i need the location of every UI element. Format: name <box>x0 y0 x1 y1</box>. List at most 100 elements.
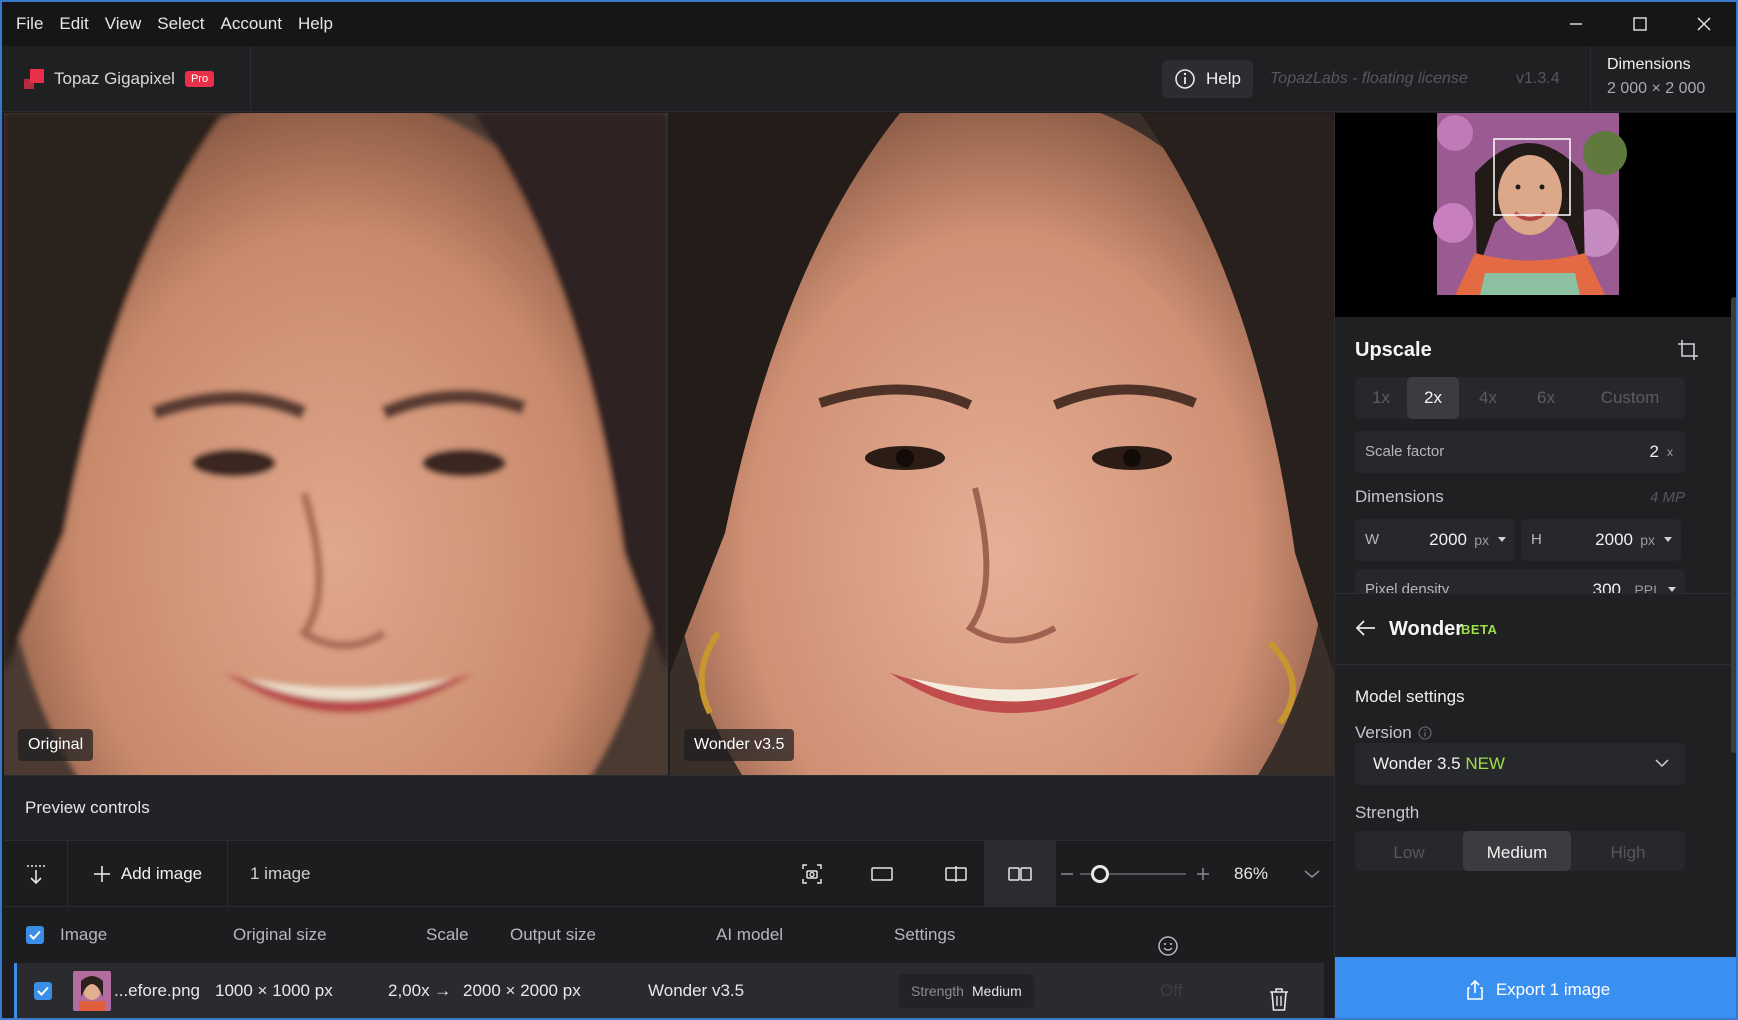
enhanced-face-image <box>670 113 1334 775</box>
width-field[interactable]: W 2000 px <box>1355 519 1515 561</box>
app-name: Topaz Gigapixel <box>54 69 175 88</box>
original-label: Original <box>18 729 94 761</box>
window-controls <box>1544 2 1736 46</box>
row-settings-chip[interactable]: Strength Medium <box>899 974 1034 1008</box>
original-preview[interactable]: Original <box>4 113 668 775</box>
export-button[interactable]: Export 1 image <box>1335 957 1736 1018</box>
table-header: Image Original size Scale Output size AI… <box>4 907 1334 963</box>
close-button[interactable] <box>1672 2 1736 46</box>
col-ai-model[interactable]: AI model <box>716 907 783 963</box>
collapse-panel-button[interactable] <box>4 841 68 907</box>
export-icon <box>1467 979 1483 1000</box>
megapixels-label: 4 MP <box>1649 489 1685 506</box>
strength-tab-high[interactable]: High <box>1571 831 1685 871</box>
original-face-image <box>4 113 668 775</box>
col-settings[interactable]: Settings <box>894 907 955 963</box>
col-image[interactable]: Image <box>60 907 107 963</box>
menu-edit[interactable]: Edit <box>51 2 96 46</box>
row-original-size: 1000 × 1000 px <box>215 981 333 1000</box>
row-checkbox[interactable] <box>34 982 52 1000</box>
close-icon <box>1697 17 1711 31</box>
add-image-label: Add image <box>120 864 203 883</box>
scale-tabs: 1x 2x 4x 6x Custom <box>1355 377 1685 419</box>
scale-tab-1x[interactable]: 1x <box>1355 377 1407 419</box>
export-label: Export 1 image <box>1495 979 1611 999</box>
collapse-down-icon <box>26 865 45 885</box>
strength-tab-medium[interactable]: Medium <box>1463 831 1571 871</box>
enhanced-preview[interactable]: Wonder v3.5 <box>670 113 1334 775</box>
menu-select[interactable]: Select <box>149 2 212 46</box>
image-toolbar: Add image 1 image 86% <box>4 841 1334 907</box>
face-recovery-icon <box>1157 924 1179 956</box>
maximize-icon <box>1633 17 1647 31</box>
crop-icon <box>1678 340 1698 360</box>
zoom-menu-button[interactable] <box>1294 841 1330 907</box>
version-value: Wonder 3.5 <box>1373 754 1461 773</box>
check-icon <box>29 930 41 940</box>
settings-sidebar: Upscale 1x 2x 4x 6x Custom Scale factor … <box>1334 113 1736 1018</box>
width-label: W <box>1365 531 1380 548</box>
zoom-thumb[interactable] <box>1091 865 1110 883</box>
single-view-button[interactable] <box>862 841 902 907</box>
chevron-down-icon <box>1304 870 1320 878</box>
chevron-down-icon[interactable] <box>1663 536 1673 544</box>
strength-tabs: Low Medium High <box>1355 831 1685 871</box>
sidebar-scrollbar[interactable] <box>1731 297 1736 753</box>
row-scale: 2,00x → <box>388 981 452 1000</box>
brand: Topaz Gigapixel Pro <box>24 46 215 112</box>
col-original-size[interactable]: Original size <box>233 907 327 963</box>
scale-tab-custom[interactable]: Custom <box>1575 377 1685 419</box>
snapshot-button[interactable] <box>792 841 832 907</box>
height-field[interactable]: H 2000 px <box>1521 519 1681 561</box>
plus-icon <box>93 866 110 882</box>
side-by-side-button[interactable] <box>984 841 1056 907</box>
dimensions-value: 2 000 × 2 000 <box>1607 80 1706 97</box>
split-view-button[interactable] <box>936 841 976 907</box>
beta-badge: BETA <box>1461 622 1498 637</box>
zoom-in-icon[interactable] <box>1196 867 1210 881</box>
model-settings-label: Model settings <box>1355 687 1465 706</box>
chevron-down-icon <box>1655 759 1669 768</box>
navigator-thumbnail <box>1335 113 1736 317</box>
preview-controls-bar[interactable]: Preview controls <box>4 775 1334 841</box>
settings-key: Strength <box>911 983 964 999</box>
select-all-checkbox[interactable] <box>26 926 44 944</box>
zoom-slider[interactable] <box>1060 841 1212 907</box>
navigator-preview[interactable] <box>1335 113 1736 317</box>
strength-tab-low[interactable]: Low <box>1355 831 1463 871</box>
width-unit: px <box>1474 532 1489 548</box>
app-header: Topaz Gigapixel Pro Help TopazLabs - flo… <box>2 46 1736 112</box>
pro-badge: Pro <box>184 71 215 87</box>
minimize-button[interactable] <box>1544 2 1608 46</box>
row-ai-model: Wonder v3.5 <box>648 981 745 1000</box>
crop-button[interactable] <box>1677 339 1699 366</box>
table-row[interactable]: ...efore.png 1000 × 1000 px 2,00x → 2000… <box>14 963 1324 1018</box>
camera-icon <box>802 864 822 884</box>
maximize-button[interactable] <box>1608 2 1672 46</box>
menu-view[interactable]: View <box>97 2 150 46</box>
menu-help[interactable]: Help <box>290 2 341 46</box>
add-image-button[interactable]: Add image <box>68 841 228 907</box>
col-output-size[interactable]: Output size <box>510 907 596 963</box>
menu-account[interactable]: Account <box>213 2 290 46</box>
width-value: 2000 <box>1429 530 1467 549</box>
info-icon[interactable] <box>1418 726 1432 740</box>
menu-file[interactable]: File <box>2 2 51 46</box>
row-filename: ...efore.png <box>114 981 201 1000</box>
version-select[interactable]: Wonder 3.5 NEW <box>1355 743 1685 785</box>
version-select-value: Wonder 3.5 NEW <box>1373 743 1505 785</box>
height-value: 2000 <box>1595 530 1633 549</box>
scale-tab-2x[interactable]: 2x <box>1407 377 1459 419</box>
back-arrow-icon[interactable] <box>1355 618 1377 638</box>
help-button[interactable]: Help <box>1162 60 1253 98</box>
scale-tab-4x[interactable]: 4x <box>1459 377 1517 419</box>
zoom-out-icon[interactable] <box>1060 867 1074 881</box>
chevron-down-icon[interactable] <box>1497 536 1507 544</box>
side-by-side-icon <box>1008 867 1032 881</box>
face-recovery-status[interactable]: Off <box>1160 963 1182 1018</box>
delete-button[interactable] <box>1269 979 1289 1011</box>
scale-tab-6x[interactable]: 6x <box>1517 377 1575 419</box>
scale-factor-field[interactable]: Scale factor 2 x <box>1355 431 1685 473</box>
info-icon <box>1175 69 1195 89</box>
col-scale[interactable]: Scale <box>426 907 469 963</box>
